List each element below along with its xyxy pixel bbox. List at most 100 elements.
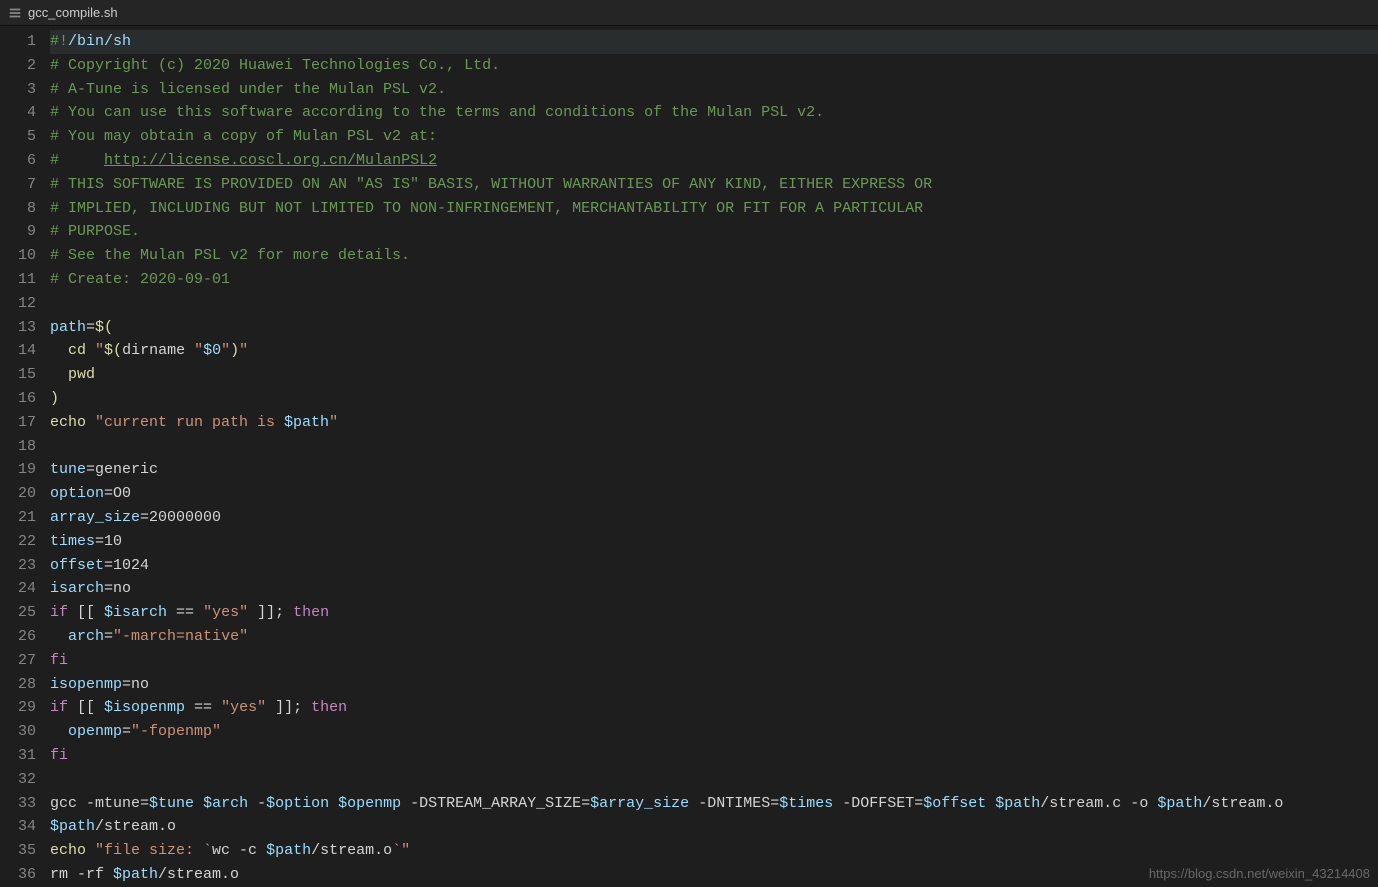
token (986, 795, 995, 812)
code-line[interactable]: # THIS SOFTWARE IS PROVIDED ON AN "AS IS… (50, 173, 1378, 197)
code-line[interactable]: openmp="-fopenmp" (50, 720, 1378, 744)
line-number: 10 (0, 244, 36, 268)
code-line[interactable]: option=O0 (50, 482, 1378, 506)
token: = (86, 319, 95, 336)
token: = (95, 533, 104, 550)
tab-bar: gcc_compile.sh (0, 0, 1378, 26)
code-line[interactable]: offset=1024 (50, 554, 1378, 578)
line-number: 31 (0, 744, 36, 768)
line-number-gutter: 1234567891011121314151617181920212223242… (0, 26, 50, 885)
code-line[interactable]: tune=generic (50, 458, 1378, 482)
code-line[interactable]: if [[ $isopenmp == "yes" ]]; then (50, 696, 1378, 720)
code-line[interactable] (50, 435, 1378, 459)
code-line[interactable]: cd "$(dirname "$0")" (50, 339, 1378, 363)
token: = (140, 509, 149, 526)
line-number: 18 (0, 435, 36, 459)
code-line[interactable]: ) (50, 387, 1378, 411)
code-line[interactable]: path=$( (50, 316, 1378, 340)
code-line[interactable] (50, 292, 1378, 316)
token: " (221, 342, 230, 359)
token: http://license.coscl.org.cn/MulanPSL2 (104, 152, 437, 169)
line-number: 22 (0, 530, 36, 554)
code-area[interactable]: #!/bin/sh# Copyright (c) 2020 Huawei Tec… (50, 26, 1378, 885)
token: cd (68, 342, 95, 359)
code-line[interactable]: #!/bin/sh (50, 30, 1378, 54)
line-number: 35 (0, 839, 36, 863)
code-line[interactable]: # Copyright (c) 2020 Huawei Technologies… (50, 54, 1378, 78)
code-line[interactable]: if [[ $isarch == "yes" ]]; then (50, 601, 1378, 625)
token: ]]; (266, 699, 311, 716)
code-line[interactable]: # You can use this software according to… (50, 101, 1378, 125)
code-line[interactable]: $path/stream.o (50, 815, 1378, 839)
token: "-march=native" (113, 628, 248, 645)
line-number: 15 (0, 363, 36, 387)
token: = (86, 461, 95, 478)
token: " (95, 342, 104, 359)
token: ) (230, 342, 239, 359)
line-number: 25 (0, 601, 36, 625)
tab-title[interactable]: gcc_compile.sh (28, 5, 118, 20)
code-line[interactable]: array_size=20000000 (50, 506, 1378, 530)
token: /stream.o (311, 842, 392, 859)
token: # PURPOSE. (50, 223, 140, 240)
code-line[interactable]: # See the Mulan PSL v2 for more details. (50, 244, 1378, 268)
token: option (50, 485, 104, 502)
line-number: 4 (0, 101, 36, 125)
token: $offset (923, 795, 986, 812)
token: tune (50, 461, 86, 478)
token: offset (50, 557, 104, 574)
code-line[interactable]: fi (50, 649, 1378, 673)
token: -DSTREAM_ARRAY_SIZE= (401, 795, 590, 812)
line-number: 32 (0, 768, 36, 792)
code-line[interactable]: pwd (50, 363, 1378, 387)
token: generic (95, 461, 158, 478)
line-number: 6 (0, 149, 36, 173)
token: no (113, 580, 131, 597)
token: = (104, 628, 113, 645)
code-line[interactable]: isarch=no (50, 577, 1378, 601)
token: = (104, 580, 113, 597)
token: /bin/sh (68, 33, 131, 50)
token: array_size (50, 509, 140, 526)
token: $arch (203, 795, 248, 812)
token: #! (50, 33, 68, 50)
token: = (104, 557, 113, 574)
code-line[interactable] (50, 768, 1378, 792)
code-line[interactable]: gcc -mtune=$tune $arch -$option $openmp … (50, 792, 1378, 816)
token: $path (113, 866, 158, 883)
line-number: 28 (0, 673, 36, 697)
token: gcc -mtune= (50, 795, 149, 812)
line-number: 34 (0, 815, 36, 839)
code-line[interactable]: # PURPOSE. (50, 220, 1378, 244)
file-icon (8, 6, 22, 20)
code-line[interactable]: isopenmp=no (50, 673, 1378, 697)
token: $path (284, 414, 329, 431)
editor[interactable]: 1234567891011121314151617181920212223242… (0, 26, 1378, 885)
code-line[interactable]: # Create: 2020-09-01 (50, 268, 1378, 292)
code-line[interactable]: # You may obtain a copy of Mulan PSL v2 … (50, 125, 1378, 149)
code-line[interactable]: echo "current run path is $path" (50, 411, 1378, 435)
token: = (104, 485, 113, 502)
token: echo (50, 414, 95, 431)
code-line[interactable]: times=10 (50, 530, 1378, 554)
token (329, 795, 338, 812)
code-line[interactable]: # IMPLIED, INCLUDING BUT NOT LIMITED TO … (50, 197, 1378, 221)
token: arch (68, 628, 104, 645)
token: 1024 (113, 557, 149, 574)
token: fi (50, 652, 68, 669)
code-line[interactable]: # A-Tune is licensed under the Mulan PSL… (50, 78, 1378, 102)
token: echo (50, 842, 95, 859)
token: "yes" (203, 604, 248, 621)
token: times (50, 533, 95, 550)
line-number: 5 (0, 125, 36, 149)
token: $path (266, 842, 311, 859)
code-line[interactable]: fi (50, 744, 1378, 768)
code-line[interactable]: echo "file size: `wc -c $path/stream.o`" (50, 839, 1378, 863)
token: fi (50, 747, 68, 764)
token: then (293, 604, 329, 621)
code-line[interactable]: # http://license.coscl.org.cn/MulanPSL2 (50, 149, 1378, 173)
token: -DNTIMES= (689, 795, 779, 812)
code-line[interactable]: arch="-march=native" (50, 625, 1378, 649)
line-number: 24 (0, 577, 36, 601)
token: /stream.o (95, 818, 176, 835)
